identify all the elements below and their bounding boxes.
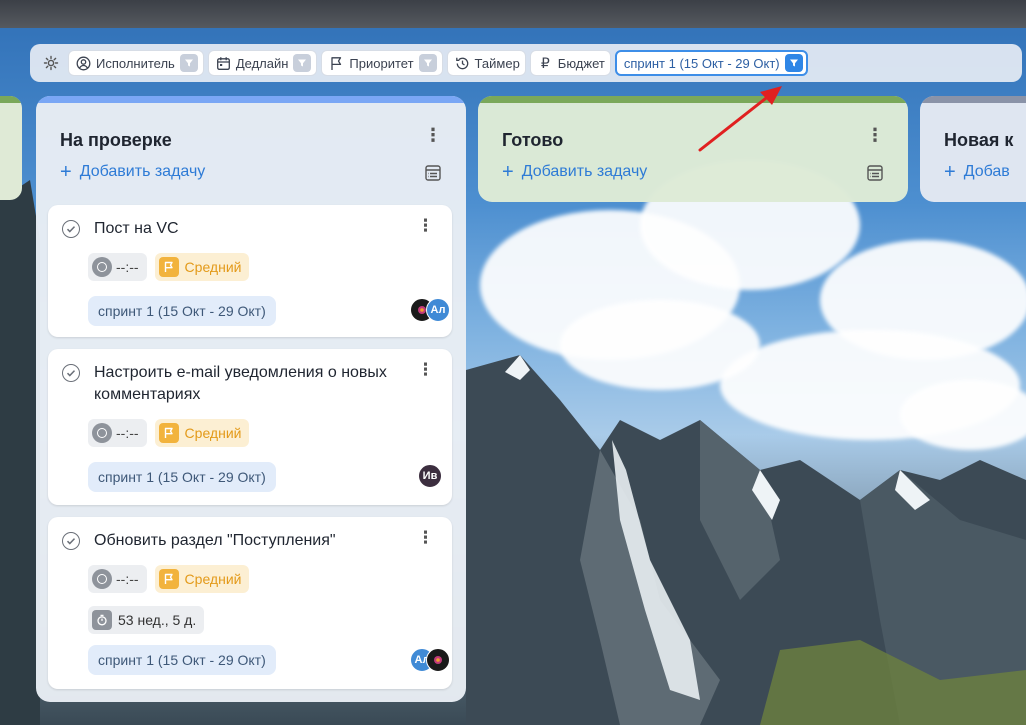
stopwatch-icon: [92, 610, 112, 630]
column-done: Готово ⋮ + Добавить задачу: [478, 96, 908, 202]
task-template-icon[interactable]: [424, 164, 442, 182]
funnel-icon[interactable]: [293, 54, 312, 72]
flag-icon: [158, 257, 179, 277]
task-title[interactable]: Настроить e-mail уведомления о новых ком…: [94, 362, 412, 406]
sprint-chip[interactable]: спринт 1 (15 Окт - 29 Окт): [88, 645, 276, 675]
add-task-button[interactable]: + Добавить задачу: [60, 162, 205, 182]
sprint-chip[interactable]: спринт 1 (15 Окт - 29 Окт): [88, 296, 276, 326]
elapsed-time-value: 53 нед., 5 д.: [118, 612, 197, 628]
column-color-stripe: [36, 96, 466, 103]
column-review: На проверке ⋮ + Добавить задачу Пост на …: [36, 96, 466, 702]
avatar[interactable]: [426, 648, 450, 672]
column-menu-icon[interactable]: ⋮: [866, 126, 884, 144]
timer-chip[interactable]: --:--: [88, 565, 147, 593]
plus-icon: +: [60, 161, 72, 183]
complete-check-icon[interactable]: [62, 220, 80, 238]
priority-chip[interactable]: Средний: [154, 419, 250, 447]
complete-check-icon[interactable]: [62, 364, 80, 382]
elapsed-time-chip[interactable]: 53 нед., 5 д.: [88, 606, 205, 634]
avatar-image-icon: [434, 656, 442, 664]
deadline-filter-label: Дедлайн: [235, 55, 289, 71]
priority-filter-label: Приоритет: [349, 55, 414, 71]
timer-chip[interactable]: --:--: [88, 253, 147, 281]
column-title: Новая к: [944, 130, 1014, 150]
column-title: Готово: [502, 130, 564, 150]
add-task-label: Добавить задачу: [79, 163, 206, 180]
card-menu-icon[interactable]: ⋮: [417, 217, 434, 234]
user-circle-icon: [76, 56, 91, 71]
timer-value: --:--: [116, 259, 139, 275]
avatar[interactable]: Ив: [418, 464, 442, 488]
card-menu-icon[interactable]: ⋮: [417, 529, 434, 546]
budget-filter-label: Бюджет: [557, 55, 605, 71]
settings-gear-icon[interactable]: [38, 50, 64, 76]
funnel-icon[interactable]: [418, 54, 437, 72]
priority-label: Средний: [184, 425, 242, 441]
pause-icon: [92, 423, 112, 443]
add-task-label: Добавить задачу: [521, 163, 648, 180]
priority-label: Средний: [184, 259, 242, 275]
ruble-icon: ₽: [540, 54, 550, 71]
column-color-stripe: [920, 96, 1026, 103]
column-new: Новая к + Добав: [920, 96, 1026, 202]
priority-filter-chip[interactable]: Приоритет: [321, 50, 443, 76]
priority-chip[interactable]: Средний: [154, 253, 250, 281]
task-card[interactable]: Пост на VC ⋮ --:-- Средний спринт 1 (15 …: [48, 205, 452, 337]
funnel-icon[interactable]: [179, 54, 198, 72]
flag-icon: [158, 423, 179, 443]
flag-icon: [329, 56, 344, 71]
plus-icon: +: [502, 161, 514, 183]
timer-value: --:--: [116, 571, 139, 587]
add-task-label: Добав: [963, 163, 1010, 180]
pause-icon: [92, 569, 112, 589]
pause-icon: [92, 257, 112, 277]
budget-filter-chip[interactable]: ₽ Бюджет: [529, 50, 611, 76]
board-toolbar: Исполнитель Дедлайн Приоритет Таймер ₽ Б…: [30, 44, 1022, 82]
assignee-filter-label: Исполнитель: [96, 55, 175, 71]
task-card[interactable]: Обновить раздел "Поступления" ⋮ --:-- Ср…: [48, 517, 452, 689]
column-color-stripe: [478, 96, 908, 103]
sprint-filter-label: спринт 1 (15 Окт - 29 Окт): [623, 55, 780, 71]
timer-filter-label: Таймер: [474, 55, 520, 71]
assignee-filter-chip[interactable]: Исполнитель: [68, 50, 204, 76]
priority-chip[interactable]: Средний: [154, 565, 250, 593]
add-task-button[interactable]: + Добавить задачу: [502, 162, 647, 182]
timer-filter-chip[interactable]: Таймер: [446, 50, 526, 76]
priority-label: Средний: [184, 571, 242, 587]
card-menu-icon[interactable]: ⋮: [417, 361, 434, 378]
flag-icon: [158, 569, 179, 589]
sprint-filter-chip[interactable]: спринт 1 (15 Окт - 29 Окт): [614, 50, 808, 76]
avatar[interactable]: Ал: [426, 298, 450, 322]
timer-value: --:--: [116, 425, 139, 441]
calendar-icon: [216, 56, 231, 71]
sprint-chip[interactable]: спринт 1 (15 Окт - 29 Окт): [88, 462, 276, 492]
complete-check-icon[interactable]: [62, 532, 80, 550]
column-partial-left: [0, 96, 22, 200]
task-card[interactable]: Настроить e-mail уведомления о новых ком…: [48, 349, 452, 505]
funnel-icon[interactable]: [784, 54, 803, 72]
task-template-icon[interactable]: [866, 164, 884, 182]
task-title[interactable]: Обновить раздел "Поступления": [94, 530, 412, 552]
timer-chip[interactable]: --:--: [88, 419, 147, 447]
task-title[interactable]: Пост на VC: [94, 218, 412, 240]
column-menu-icon[interactable]: ⋮: [424, 126, 442, 144]
history-icon: [455, 56, 470, 71]
deadline-filter-chip[interactable]: Дедлайн: [207, 50, 318, 76]
column-title: На проверке: [60, 130, 172, 150]
plus-icon: +: [944, 161, 956, 183]
add-task-button[interactable]: + Добав: [944, 162, 1010, 182]
